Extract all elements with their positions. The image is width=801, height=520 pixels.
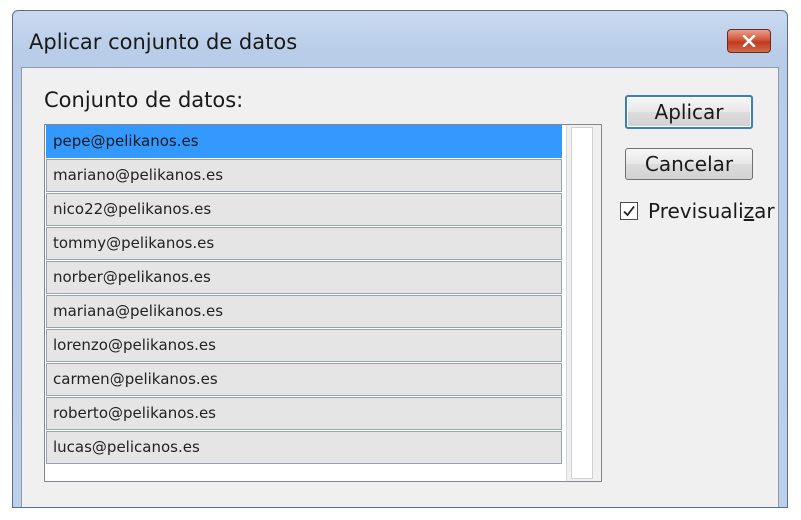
- dialog-window: Aplicar conjunto de datos Conjunto de da…: [12, 10, 788, 508]
- close-button[interactable]: [727, 29, 771, 53]
- preview-checkbox[interactable]: [620, 202, 638, 220]
- list-item[interactable]: mariano@pelikanos.es: [46, 159, 562, 192]
- list-item[interactable]: mariana@pelikanos.es: [46, 295, 562, 328]
- dialog-title: Aplicar conjunto de datos: [29, 30, 298, 54]
- scrollbar-thumb[interactable]: [571, 127, 593, 479]
- list-item[interactable]: pepe@pelikanos.es: [46, 125, 562, 158]
- list-item[interactable]: tommy@pelikanos.es: [46, 227, 562, 260]
- preview-toggle[interactable]: Previsualizar: [620, 198, 775, 224]
- list-item[interactable]: nico22@pelikanos.es: [46, 193, 562, 226]
- dataset-listbox[interactable]: pepe@pelikanos.es mariano@pelikanos.es nic…: [44, 124, 602, 482]
- list-item[interactable]: norber@pelikanos.es: [46, 261, 562, 294]
- dataset-list-label: Conjunto de datos:: [44, 88, 244, 112]
- checkmark-icon: [623, 205, 635, 217]
- list-item[interactable]: lucas@pelicanos.es: [46, 431, 562, 464]
- close-icon: [742, 35, 756, 47]
- dataset-list-rows: pepe@pelikanos.es mariano@pelikanos.es nic…: [45, 125, 563, 465]
- list-item[interactable]: roberto@pelikanos.es: [46, 397, 562, 430]
- list-item[interactable]: carmen@pelikanos.es: [46, 363, 562, 396]
- preview-label: Previsualizar: [648, 199, 775, 223]
- list-scrollbar[interactable]: [566, 125, 601, 481]
- title-bar[interactable]: Aplicar conjunto de datos: [13, 11, 787, 67]
- apply-button[interactable]: Aplicar: [625, 95, 753, 129]
- dialog-body: Conjunto de datos: pepe@pelikanos.es mari…: [21, 67, 779, 507]
- list-item[interactable]: lorenzo@pelikanos.es: [46, 329, 562, 362]
- cancel-button[interactable]: Cancelar: [625, 148, 753, 180]
